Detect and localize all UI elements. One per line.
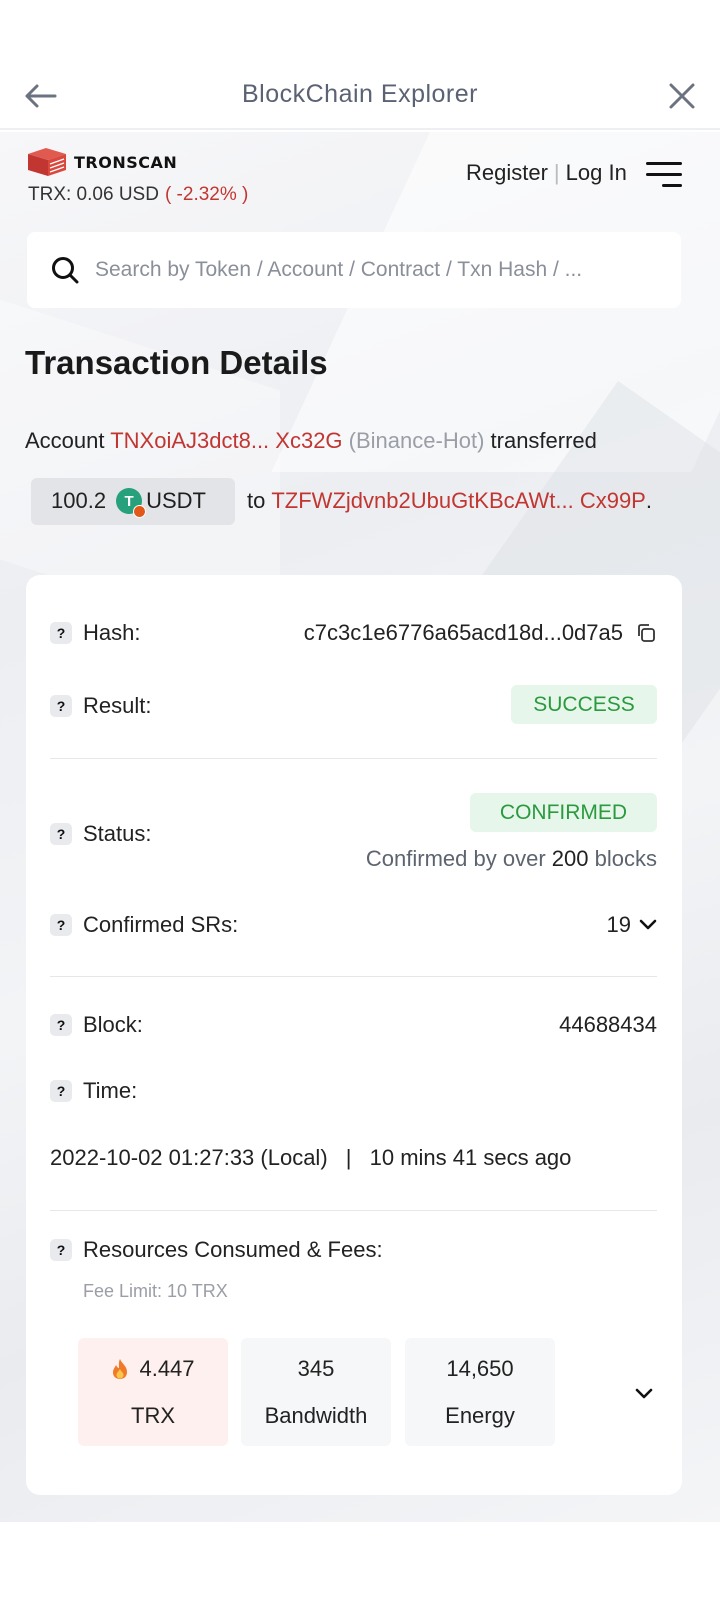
summary-period: .	[645, 488, 652, 513]
chevron-down-icon	[639, 919, 657, 930]
block-label: Block:	[83, 1012, 143, 1037]
time-value: 2022-10-02 01:27:33 (Local) | 10 mins 41…	[50, 1145, 657, 1175]
search-bar[interactable]: Search by Token / Account / Contract / T…	[27, 232, 681, 308]
register-link[interactable]: Register	[466, 160, 548, 186]
time-separator: |	[345, 1145, 352, 1170]
fee-bandwidth-unit: Bandwidth	[264, 1403, 368, 1428]
confirmed-srs-value: 19	[606, 912, 631, 937]
help-icon[interactable]: ?	[50, 1014, 72, 1036]
fire-icon	[113, 1358, 128, 1379]
resources-label: Resources Consumed & Fees:	[83, 1237, 383, 1262]
fee-trx-box: 4.447 TRX	[78, 1338, 228, 1446]
trx-price-change: ( -2.32% )	[164, 184, 249, 205]
resources-row: ? Resources Consumed & Fees:	[50, 1237, 657, 1267]
to-address-link[interactable]: TZFWZjdvnb2UbuGtKBcAWt... Cx99P	[271, 488, 646, 514]
fee-bandwidth-value: 345	[297, 1356, 335, 1381]
time-local: 2022-10-02 01:27:33 (Local)	[50, 1145, 328, 1170]
help-icon[interactable]: ?	[50, 1239, 72, 1261]
app-bar-title: BlockChain Explorer	[242, 80, 478, 108]
from-address-link[interactable]: TNXoiAJ3dct8... Xc32G	[110, 428, 342, 453]
fee-limit: Fee Limit: 10 TRX	[83, 1281, 228, 1301]
block-number-link[interactable]: 44688434	[559, 1012, 657, 1038]
hash-label: Hash:	[83, 620, 141, 645]
confirm-suffix: blocks	[594, 846, 657, 871]
summary-verb: transferred	[490, 428, 597, 453]
help-icon[interactable]: ?	[50, 695, 72, 717]
login-link[interactable]: Log In	[566, 160, 627, 186]
transfer-token[interactable]: USDT	[146, 488, 206, 514]
page-title: Transaction Details	[25, 344, 328, 381]
confirmed-srs-label: Confirmed SRs:	[83, 912, 239, 937]
fee-energy-box: 14,650 Energy	[405, 1338, 555, 1446]
hamburger-icon-bar	[646, 173, 682, 176]
from-address-tag: (Binance-Hot)	[348, 428, 485, 453]
trx-price-value: TRX: 0.06 USD	[28, 184, 159, 205]
fee-bandwidth-box: 345 Bandwidth	[241, 1338, 391, 1446]
chevron-down-icon	[635, 1388, 653, 1399]
status-badge: CONFIRMED	[470, 793, 657, 832]
fee-trx-unit: TRX	[131, 1403, 175, 1428]
result-row: ? Result: SUCCESS	[50, 685, 657, 725]
divider	[50, 758, 657, 759]
transaction-details-card: ? Hash: c7c3c1e6776a65acd18d...0d7a5 ? R…	[26, 575, 682, 1495]
time-ago: 10 mins 41 secs ago	[369, 1145, 572, 1170]
help-icon[interactable]: ?	[50, 1080, 72, 1102]
confirmed-srs-dropdown[interactable]: 19	[607, 912, 657, 938]
help-icon[interactable]: ?	[50, 823, 72, 845]
tronscan-logo-icon	[28, 148, 66, 176]
tronscan-logo[interactable]: TRONSCAN	[26, 146, 177, 178]
search-icon	[52, 257, 79, 284]
fee-energy-value: 14,650	[446, 1356, 514, 1381]
close-button[interactable]	[664, 78, 700, 114]
fee-trx-value: 4.447	[139, 1356, 195, 1381]
search-input[interactable]: Search by Token / Account / Contract / T…	[95, 258, 582, 282]
menu-button[interactable]	[646, 160, 682, 190]
status-label: Status:	[83, 821, 152, 846]
summary-account-word: Account	[25, 428, 105, 453]
amount-pill: 100.2 T USDT	[31, 477, 235, 525]
confirm-prefix: Confirmed by over	[365, 846, 546, 871]
divider	[50, 976, 657, 977]
transfer-summary-amount: 100.2 T USDT to TZFWZjdvnb2UbuGtKBcAWt..…	[31, 477, 652, 525]
time-label: Time:	[83, 1078, 138, 1103]
block-row: ? Block: 44688434	[50, 1012, 657, 1042]
trx-price: TRX: 0.06 USD( -2.32% )	[28, 184, 248, 206]
hamburger-icon-bar	[646, 162, 682, 165]
hash-row: ? Hash: c7c3c1e6776a65acd18d...0d7a5	[50, 620, 657, 650]
close-icon	[669, 83, 695, 109]
logo-text: TRONSCAN	[74, 152, 178, 172]
usdt-token-icon: T	[116, 488, 147, 518]
copy-icon[interactable]	[635, 622, 657, 644]
transfer-amount: 100.2	[51, 488, 107, 513]
result-badge: SUCCESS	[511, 685, 657, 724]
help-icon[interactable]: ?	[50, 622, 72, 644]
auth-separator: |	[553, 160, 560, 185]
confirm-count: 200	[551, 846, 589, 871]
summary-to-word: to	[247, 488, 266, 513]
auth-links: Register | Log In	[466, 160, 627, 186]
confirmations-text: Confirmed by over 200 blocks	[366, 846, 657, 872]
divider	[50, 1210, 657, 1211]
time-row: ? Time:	[50, 1078, 657, 1108]
hamburger-icon-bar	[662, 184, 682, 187]
app-bar: BlockChain Explorer	[0, 60, 720, 130]
hash-value: c7c3c1e6776a65acd18d...0d7a5	[303, 620, 623, 645]
fee-energy-unit: Energy	[445, 1403, 515, 1428]
expand-fees-button[interactable]	[624, 1379, 664, 1409]
confirmed-srs-row: ? Confirmed SRs: 19	[50, 912, 657, 942]
status-row: ? Status: CONFIRMED Confirmed by over 20…	[50, 793, 657, 873]
result-label: Result:	[83, 693, 152, 718]
transfer-summary: Account TNXoiAJ3dct8... Xc32G (Binance-H…	[25, 428, 597, 454]
help-icon[interactable]: ?	[50, 914, 72, 936]
